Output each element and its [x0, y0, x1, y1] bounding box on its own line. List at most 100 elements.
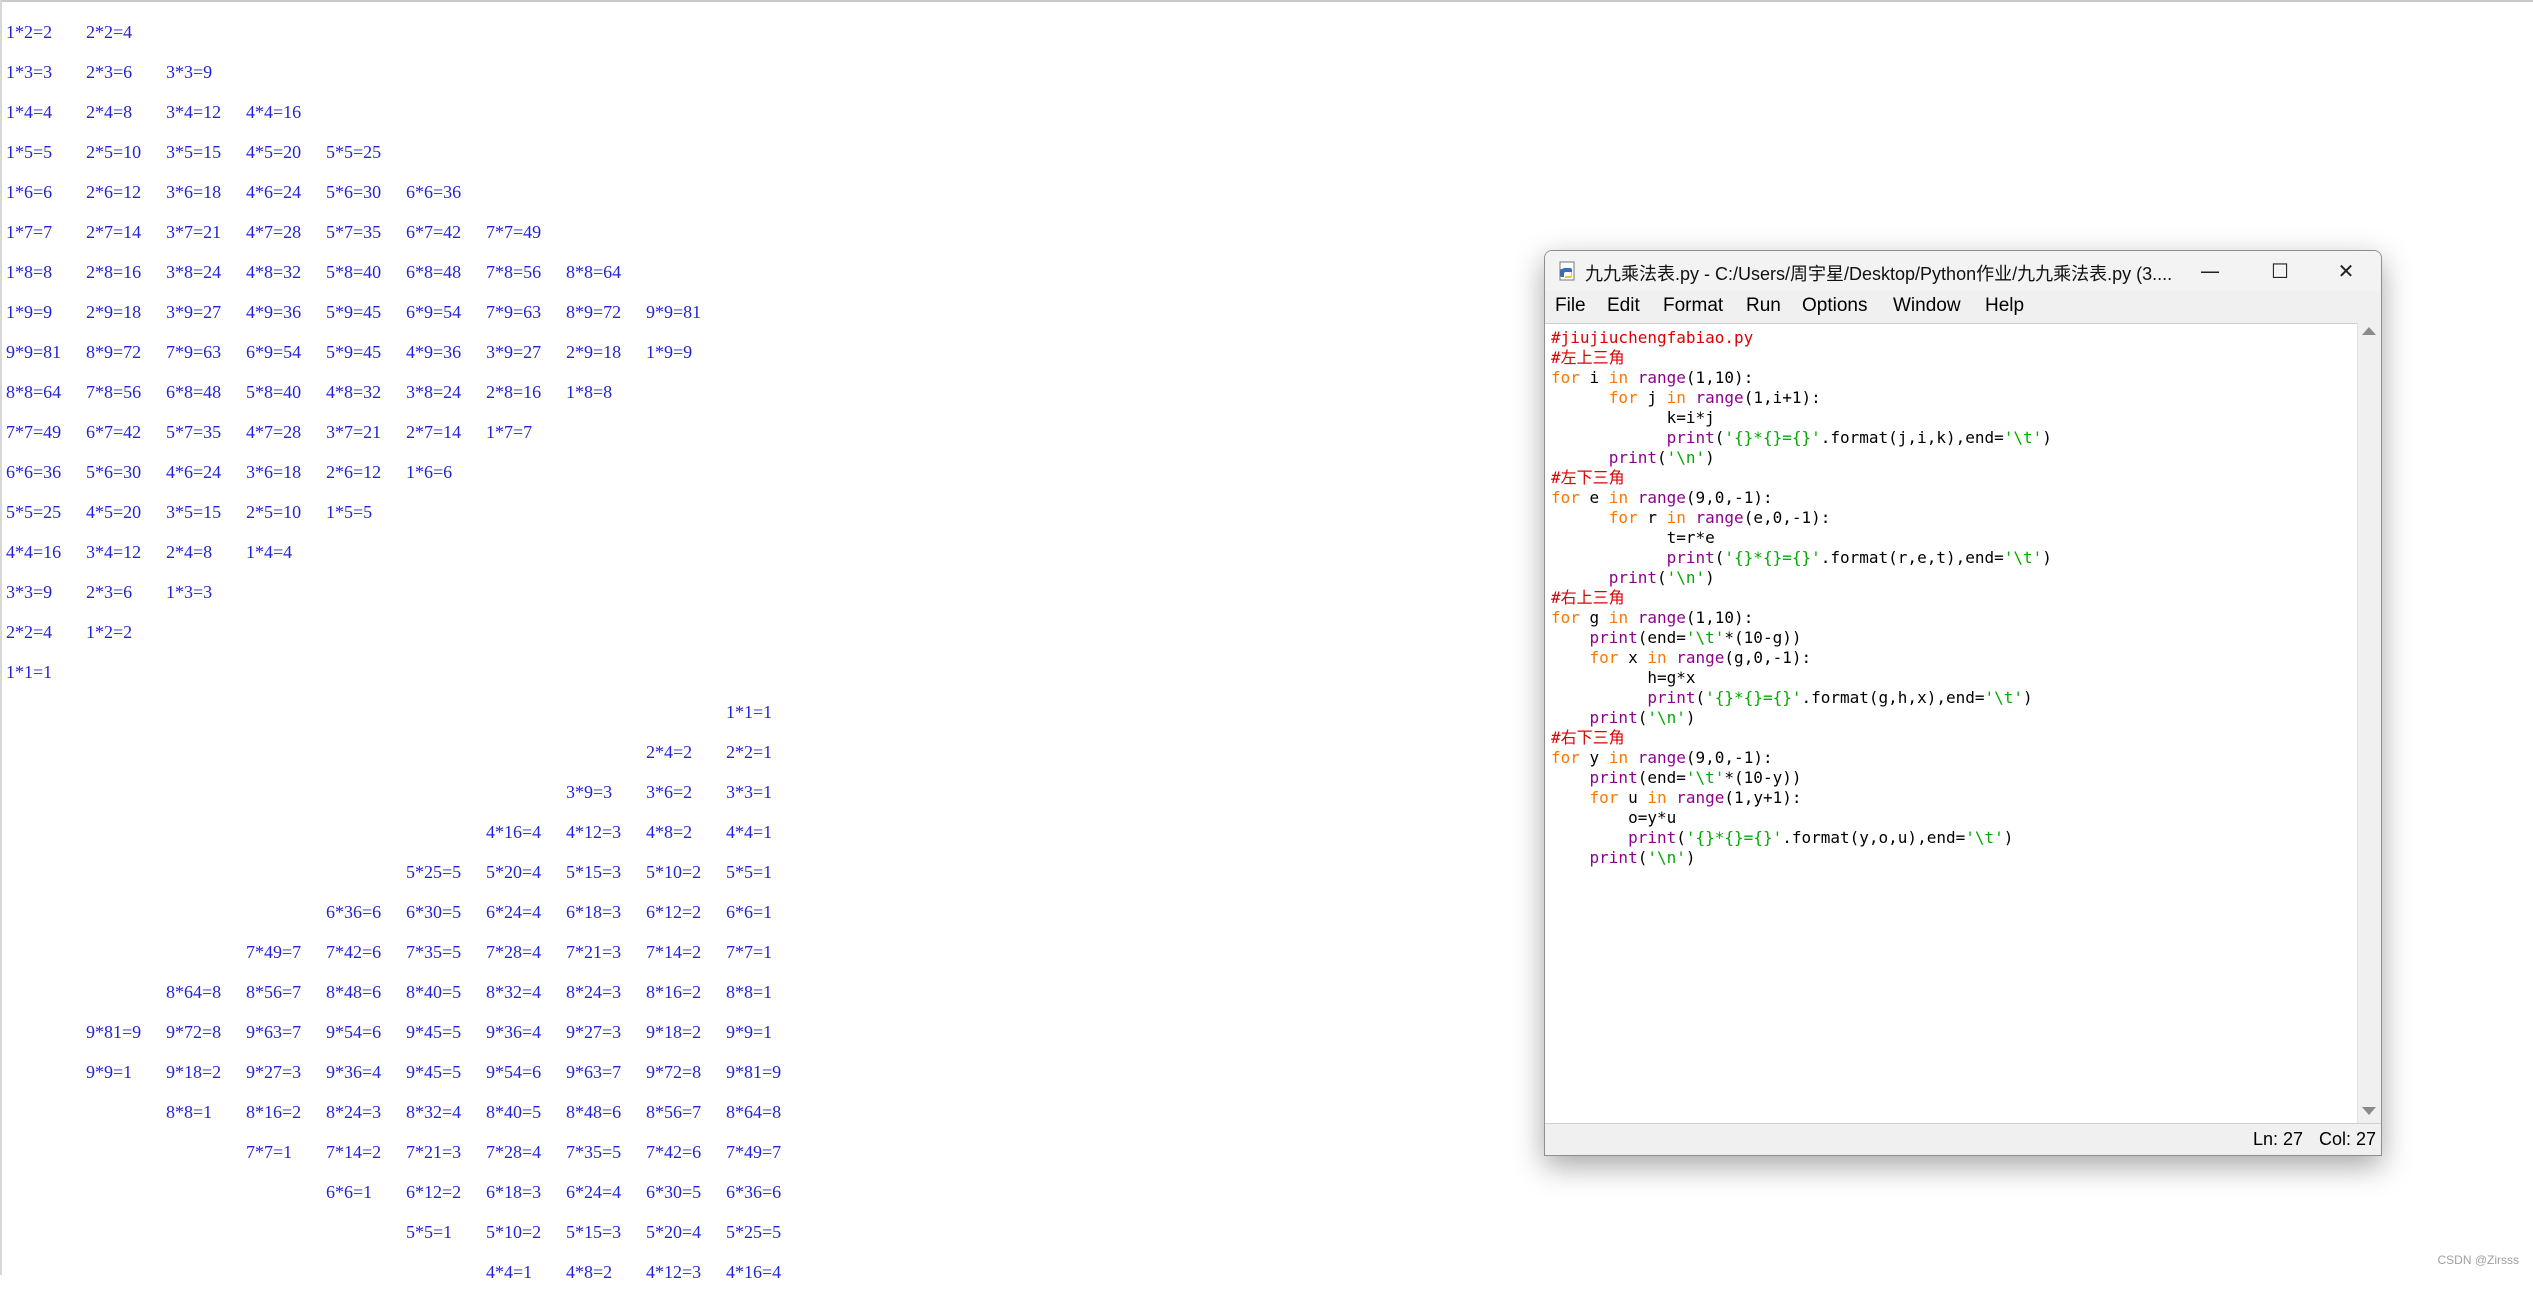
- maximize-button[interactable]: ☐: [2245, 251, 2315, 291]
- code-token: range: [1695, 508, 1744, 527]
- output-line: 9*9=1 9*18=2 9*27=3 9*36=4 9*45=5 9*54=6 9*63=…: [0, 1062, 1500, 1102]
- output-cell: 4*7=28: [246, 422, 302, 442]
- menu-run[interactable]: Run: [1746, 295, 1781, 317]
- scroll-down-arrow-icon[interactable]: [2362, 1107, 2376, 1115]
- output-cell: 2*3=6: [86, 62, 133, 82]
- source-code[interactable]: #jiujiuchengfabiao.py #左上三角 for i in range…: [1551, 328, 2052, 868]
- output-cell: 8*56=7: [646, 1102, 702, 1122]
- code-token: o=y*u: [1551, 808, 1677, 827]
- output-cell: 6*9=54: [246, 342, 302, 362]
- menu-file[interactable]: File: [1555, 295, 1586, 317]
- output-cell: 5*10=2: [646, 862, 702, 882]
- code-token: in: [1608, 608, 1629, 627]
- output-cell: 1*8=8: [6, 262, 53, 282]
- menu-options[interactable]: Options: [1802, 295, 1867, 317]
- vertical-scrollbar[interactable]: [2357, 323, 2381, 1123]
- output-cell: 7*28=4: [486, 942, 542, 962]
- menu-format[interactable]: Format: [1663, 295, 1723, 317]
- output-cell: 6*6=36: [406, 182, 462, 202]
- output-line: 1*2=2 2*2=4: [0, 22, 1500, 62]
- window-title: 九九乘法表.py - C:/Users/周宇星/Desktop/Python作业…: [1585, 264, 2173, 284]
- code-token: '\n': [1666, 568, 1706, 587]
- output-cell: 2*6=12: [326, 462, 382, 482]
- output-cell: 5*15=3: [566, 862, 622, 882]
- code-line: for j in range(1,i+1):: [1551, 388, 2052, 408]
- idle-editor-window[interactable]: 九九乘法表.py - C:/Users/周宇星/Desktop/Python作业…: [1544, 250, 2382, 1156]
- output-cell: 5*8=40: [246, 382, 302, 402]
- code-token: '\t': [1685, 628, 1725, 647]
- close-button[interactable]: ✕: [2311, 251, 2381, 291]
- output-cell: 2*9=18: [566, 342, 622, 362]
- code-line: print('\n'): [1551, 708, 2052, 728]
- output-line: 8*8=1 8*16=2 8*24=3 8*32=4 8*40=5 8*48=6 8*56=…: [0, 1102, 1500, 1142]
- output-cell: 7*42=6: [326, 942, 382, 962]
- output-cell: 5*20=4: [486, 862, 542, 882]
- code-token: range: [1637, 488, 1686, 507]
- output-cell: 2*8=16: [486, 382, 542, 402]
- menu-edit[interactable]: Edit: [1607, 295, 1640, 317]
- output-cell: 4*16=4: [726, 1262, 782, 1282]
- output-cell: 6*6=1: [326, 1182, 373, 1202]
- output-line: 4*4=1 4*8=2 4*12=3 4*16=4: [0, 1262, 1500, 1302]
- code-token: .format(g,h,x),end=: [1801, 688, 1985, 707]
- output-cell: 8*8=64: [566, 262, 622, 282]
- output-cell: 5*5=25: [326, 142, 382, 162]
- output-cell: 7*21=3: [566, 942, 622, 962]
- code-editor[interactable]: #jiujiuchengfabiao.py #左上三角 for i in range…: [1545, 323, 2357, 1124]
- scroll-up-arrow-icon[interactable]: [2362, 327, 2376, 335]
- code-token: in: [1666, 508, 1686, 527]
- output-cell: 2*5=10: [86, 142, 142, 162]
- output-cell: 5*8=40: [326, 262, 382, 282]
- code-token: in: [1608, 748, 1629, 767]
- output-cell: 5*10=2: [486, 1222, 542, 1242]
- code-token: (g,0,-1):: [1724, 648, 1812, 667]
- output-cell: 9*72=8: [166, 1022, 222, 1042]
- output-cell: 3*3=9: [6, 582, 53, 602]
- menu-help[interactable]: Help: [1985, 295, 2024, 317]
- code-token: in: [1647, 648, 1667, 667]
- output-cell: 5*25=5: [406, 862, 462, 882]
- code-token: ): [2042, 428, 2052, 447]
- code-line: for g in range(1,10):: [1551, 608, 2052, 628]
- output-cell: 9*9=81: [6, 342, 62, 362]
- code-token: print: [1589, 628, 1638, 647]
- code-token: '\t': [2003, 548, 2043, 567]
- output-cell: 6*12=2: [406, 1182, 462, 1202]
- output-cell: 2*2=1: [726, 742, 773, 762]
- output-line: 1*8=8 2*8=16 3*8=24 4*8=32 5*8=40 6*8=48 7*8=5…: [0, 262, 1500, 302]
- output-line: 7*49=7 7*42=6 7*35=5 7*28=4 7*21=3 7*14=2 7*7=…: [0, 942, 1500, 982]
- code-token: (: [1676, 828, 1686, 847]
- output-cell: 2*2=4: [6, 622, 53, 642]
- output-cell: 9*9=1: [726, 1022, 773, 1042]
- output-cell: 9*18=2: [166, 1062, 222, 1082]
- code-line: print('{}*{}={}'.format(j,i,k),end='\t'): [1551, 428, 2052, 448]
- output-cell: 8*9=72: [86, 342, 142, 362]
- code-line: #右下三角: [1551, 728, 2052, 748]
- output-line: 2*2=4 1*2=2: [0, 622, 1500, 662]
- code-token: j: [1637, 388, 1667, 407]
- output-cell: 5*6=30: [326, 182, 382, 202]
- output-cell: 2*7=14: [86, 222, 142, 242]
- output-cell: 5*5=1: [726, 862, 773, 882]
- code-token: '\t': [2003, 428, 2043, 447]
- code-token: y: [1579, 748, 1609, 767]
- output-cell: 9*27=3: [246, 1062, 302, 1082]
- output-cell: 7*9=63: [486, 302, 542, 322]
- output-cell: 6*30=5: [646, 1182, 702, 1202]
- output-cell: 7*35=5: [566, 1142, 622, 1162]
- code-token: '{}*{}={}': [1724, 548, 1821, 567]
- output-cell: 4*4=16: [246, 102, 302, 122]
- minimize-button[interactable]: —: [2175, 251, 2245, 291]
- title-bar[interactable]: 九九乘法表.py - C:/Users/周宇星/Desktop/Python作业…: [1545, 251, 2381, 291]
- code-token: for: [1589, 788, 1619, 807]
- menu-window[interactable]: Window: [1893, 295, 1961, 317]
- output-cell: 5*5=25: [6, 502, 62, 522]
- code-token: (e,0,-1):: [1743, 508, 1831, 527]
- output-cell: 1*8=8: [566, 382, 613, 402]
